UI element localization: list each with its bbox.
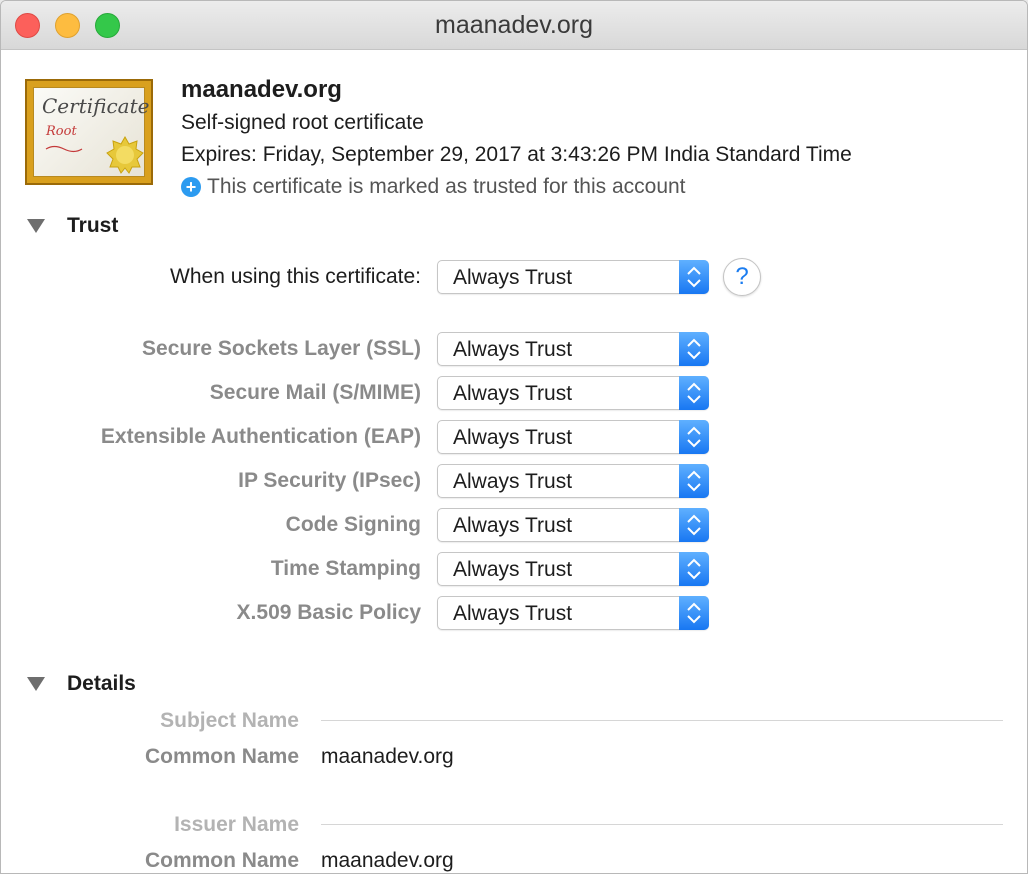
policy-value: Always Trust: [453, 470, 573, 493]
flourish-icon: [45, 145, 83, 153]
when-using-value: Always Trust: [453, 266, 573, 289]
policy-select-smime[interactable]: Always Trust: [437, 376, 709, 410]
when-using-select[interactable]: Always Trust: [437, 260, 709, 294]
seal-icon: [106, 136, 144, 174]
policy-select-eap[interactable]: Always Trust: [437, 420, 709, 454]
trusted-status: + This certificate is marked as trusted …: [181, 175, 686, 199]
subject-name-heading: Subject Name: [160, 709, 299, 732]
policy-label-eap: Extensible Authentication (EAP): [100, 425, 421, 448]
disclosure-triangle-icon[interactable]: [27, 677, 45, 691]
policy-value: Always Trust: [453, 602, 573, 625]
trust-section-title: Trust: [67, 214, 119, 237]
certificate-window: maanadev.org Certificate Root maanadev.o…: [0, 0, 1028, 874]
policy-label-ipsec: IP Security (IPsec): [238, 469, 421, 492]
chevron-up-down-icon: [679, 552, 709, 586]
subject-common-name-label: Common Name: [144, 745, 299, 768]
policy-value: Always Trust: [453, 338, 573, 361]
policy-value: Always Trust: [453, 426, 573, 449]
policy-select-code-signing[interactable]: Always Trust: [437, 508, 709, 542]
disclosure-triangle-icon[interactable]: [27, 219, 45, 233]
policy-label-x509: X.509 Basic Policy: [236, 601, 421, 624]
issuer-name-heading: Issuer Name: [174, 813, 299, 836]
trusted-status-text: This certificate is marked as trusted fo…: [207, 175, 686, 198]
issuer-common-name-value: maanadev.org: [321, 849, 454, 872]
certificate-kind: Self-signed root certificate: [181, 111, 424, 134]
chevron-up-down-icon: [679, 596, 709, 630]
chevron-up-down-icon: [679, 420, 709, 454]
chevron-up-down-icon: [679, 464, 709, 498]
window-content: Certificate Root maanadev.org Self-signe…: [1, 50, 1027, 873]
chevron-up-down-icon: [679, 332, 709, 366]
details-section-title: Details: [67, 672, 136, 695]
details-section-toggle[interactable]: Details: [27, 672, 136, 696]
policy-value: Always Trust: [453, 382, 573, 405]
policy-label-ssl: Secure Sockets Layer (SSL): [142, 337, 421, 360]
chevron-up-down-icon: [679, 508, 709, 542]
certificate-icon-word: Certificate: [42, 94, 150, 118]
policy-select-ssl[interactable]: Always Trust: [437, 332, 709, 366]
plus-icon: +: [181, 177, 201, 197]
policy-label-smime: Secure Mail (S/MIME): [209, 381, 421, 404]
help-button[interactable]: ?: [723, 258, 761, 296]
chevron-up-down-icon: [679, 376, 709, 410]
certificate-name: maanadev.org: [181, 76, 342, 103]
policy-label-time-stamping: Time Stamping: [270, 557, 421, 580]
certificate-expiry: Expires: Friday, September 29, 2017 at 3…: [181, 143, 852, 166]
title-bar[interactable]: maanadev.org: [1, 1, 1027, 50]
trust-section-toggle[interactable]: Trust: [27, 214, 118, 238]
chevron-up-down-icon: [679, 260, 709, 294]
issuer-divider: [321, 824, 1003, 825]
policy-value: Always Trust: [453, 514, 573, 537]
policy-value: Always Trust: [453, 558, 573, 581]
policy-select-ipsec[interactable]: Always Trust: [437, 464, 709, 498]
policy-select-time-stamping[interactable]: Always Trust: [437, 552, 709, 586]
subject-divider: [321, 720, 1003, 721]
certificate-icon-sub: Root: [46, 124, 77, 139]
when-using-label: When using this certificate:: [170, 265, 421, 288]
subject-common-name-value: maanadev.org: [321, 745, 454, 768]
certificate-icon: Certificate Root: [25, 79, 153, 185]
issuer-common-name-label: Common Name: [144, 849, 299, 872]
window-title: maanadev.org: [435, 11, 593, 39]
policy-select-x509[interactable]: Always Trust: [437, 596, 709, 630]
policy-label-code-signing: Code Signing: [285, 513, 421, 536]
